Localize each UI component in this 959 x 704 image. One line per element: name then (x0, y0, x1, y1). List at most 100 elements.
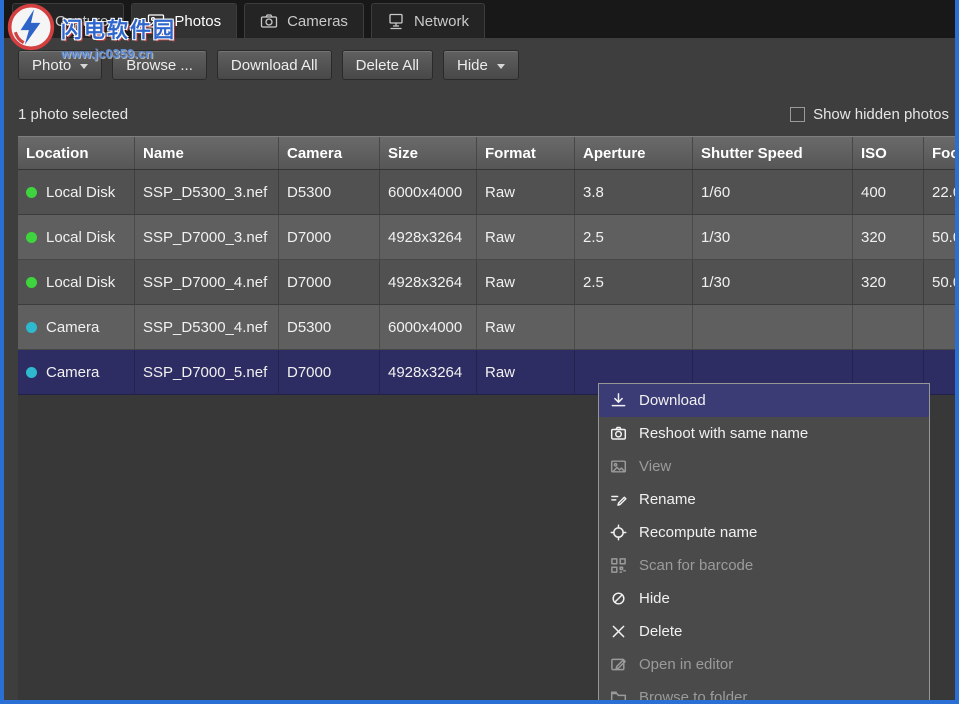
menu-item-recompute-name[interactable]: Recompute name (599, 516, 929, 549)
cell-text: 50.0 (932, 274, 955, 291)
column-header-format[interactable]: Format (477, 137, 575, 169)
menu-item-scan-for-barcode[interactable]: Scan for barcode (599, 549, 929, 582)
cell-shutter_speed: 1/60 (693, 170, 853, 215)
menu-item-label: Browse to folder (639, 689, 747, 700)
tab-network[interactable]: Network (371, 3, 485, 38)
hide-menu-button[interactable]: Hide (443, 50, 519, 80)
cell-text: 2.5 (583, 229, 604, 246)
browse-button[interactable]: Browse ... (112, 50, 207, 80)
network-icon (387, 12, 405, 30)
menu-item-rename[interactable]: Rename (599, 483, 929, 516)
cell-camera: D7000 (279, 350, 380, 395)
column-header-size[interactable]: Size (380, 137, 477, 169)
status-dot-cyan (26, 367, 37, 378)
cell-text: 50.0 (932, 229, 955, 246)
table-row[interactable]: Local DiskSSP_D5300_3.nefD53006000x4000R… (18, 170, 955, 215)
column-header-location[interactable]: Location (18, 137, 135, 169)
tab-photos[interactable]: Photos (131, 3, 237, 38)
column-header-focal-length[interactable]: Focal Length (924, 137, 955, 169)
chevron-down-icon (497, 64, 505, 69)
cell-text: 1/60 (701, 184, 730, 201)
column-header-iso[interactable]: ISO (853, 137, 924, 169)
delete-icon (609, 623, 628, 640)
cell-location: Camera (18, 305, 135, 350)
menu-item-reshoot-with-same-name[interactable]: Reshoot with same name (599, 417, 929, 450)
cell-iso: 320 (853, 260, 924, 305)
download-all-button[interactable]: Download All (217, 50, 332, 80)
cell-location: Local Disk (18, 260, 135, 305)
cell-text: 1/30 (701, 229, 730, 246)
cell-name: SSP_D7000_5.nef (135, 350, 279, 395)
cell-size: 4928x3264 (380, 215, 477, 260)
cell-aperture: 2.5 (575, 260, 693, 305)
cell-format: Raw (477, 260, 575, 305)
tab-bar: CapturePhotos Cameras Network (4, 0, 955, 38)
download-icon (609, 392, 628, 409)
cell-text: D5300 (287, 184, 331, 201)
cell-text: Local Disk (46, 274, 115, 291)
browse-folder-icon (609, 689, 628, 700)
app-window: CapturePhotos Cameras Network Photo Browse… (0, 0, 959, 704)
download-all-button-label: Download All (231, 57, 318, 74)
menu-item-view[interactable]: View (599, 450, 929, 483)
cell-text: 2.5 (583, 274, 604, 291)
browse-button-label: Browse ... (126, 57, 193, 74)
cell-focal_length: 50.0 (924, 260, 955, 305)
menu-item-download[interactable]: Download (599, 384, 929, 417)
cell-format: Raw (477, 215, 575, 260)
column-header-aperture[interactable]: Aperture (575, 137, 693, 169)
cell-text: SSP_D5300_3.nef (143, 184, 267, 201)
tab-label: Cameras (287, 13, 348, 30)
table-row[interactable]: Local DiskSSP_D7000_4.nefD70004928x3264R… (18, 260, 955, 305)
cell-text: Raw (485, 274, 515, 291)
tab-label: Network (414, 13, 469, 30)
menu-item-label: Delete (639, 623, 682, 640)
cameras-icon (260, 12, 278, 30)
cell-text: Camera (46, 319, 99, 336)
column-header-shutter-speed[interactable]: Shutter Speed (693, 137, 853, 169)
menu-item-browse-to-folder[interactable]: Browse to folder (599, 681, 929, 700)
status-bar: 1 photo selected Show hidden photos (4, 92, 955, 136)
cell-text: SSP_D7000_3.nef (143, 229, 267, 246)
cell-text: 320 (861, 229, 886, 246)
cell-camera: D5300 (279, 170, 380, 215)
cell-shutter_speed: 1/30 (693, 260, 853, 305)
menu-item-label: Rename (639, 491, 696, 508)
table-row[interactable]: CameraSSP_D5300_4.nefD53006000x4000Raw (18, 305, 955, 350)
cell-size: 6000x4000 (380, 170, 477, 215)
column-header-name[interactable]: Name (135, 137, 279, 169)
cell-text: 4928x3264 (388, 229, 462, 246)
table-row[interactable]: Local DiskSSP_D7000_3.nefD70004928x3264R… (18, 215, 955, 260)
menu-item-open-in-editor[interactable]: Open in editor (599, 648, 929, 681)
cell-text: 1/30 (701, 274, 730, 291)
recompute-name-icon (609, 524, 628, 541)
menu-item-hide[interactable]: Hide (599, 582, 929, 615)
cell-text: Camera (46, 364, 99, 381)
cell-size: 6000x4000 (380, 305, 477, 350)
toolbar: Photo Browse ... Download All Delete All… (4, 38, 955, 92)
cell-location: Local Disk (18, 170, 135, 215)
reshoot-icon (609, 425, 628, 442)
cell-name: SSP_D7000_3.nef (135, 215, 279, 260)
delete-all-button[interactable]: Delete All (342, 50, 433, 80)
cell-location: Local Disk (18, 215, 135, 260)
cell-text: Raw (485, 364, 515, 381)
cell-aperture (575, 305, 693, 350)
hide-menu-button-label: Hide (457, 57, 488, 74)
show-hidden-toggle[interactable]: Show hidden photos (790, 106, 949, 123)
cell-shutter_speed (693, 305, 853, 350)
column-header-camera[interactable]: Camera (279, 137, 380, 169)
tab-capture[interactable]: Capture (12, 3, 124, 38)
photo-menu-button-label: Photo (32, 57, 71, 74)
menu-item-delete[interactable]: Delete (599, 615, 929, 648)
cell-text: 6000x4000 (388, 319, 462, 336)
photo-menu-button[interactable]: Photo (18, 50, 102, 80)
cell-aperture: 3.8 (575, 170, 693, 215)
show-hidden-checkbox[interactable] (790, 107, 805, 122)
tab-cameras[interactable]: Cameras (244, 3, 364, 38)
cell-focal_length: 22.0 (924, 170, 955, 215)
cell-name: SSP_D5300_3.nef (135, 170, 279, 215)
status-dot-green (26, 187, 37, 198)
cell-text: SSP_D7000_4.nef (143, 274, 267, 291)
cell-name: SSP_D5300_4.nef (135, 305, 279, 350)
